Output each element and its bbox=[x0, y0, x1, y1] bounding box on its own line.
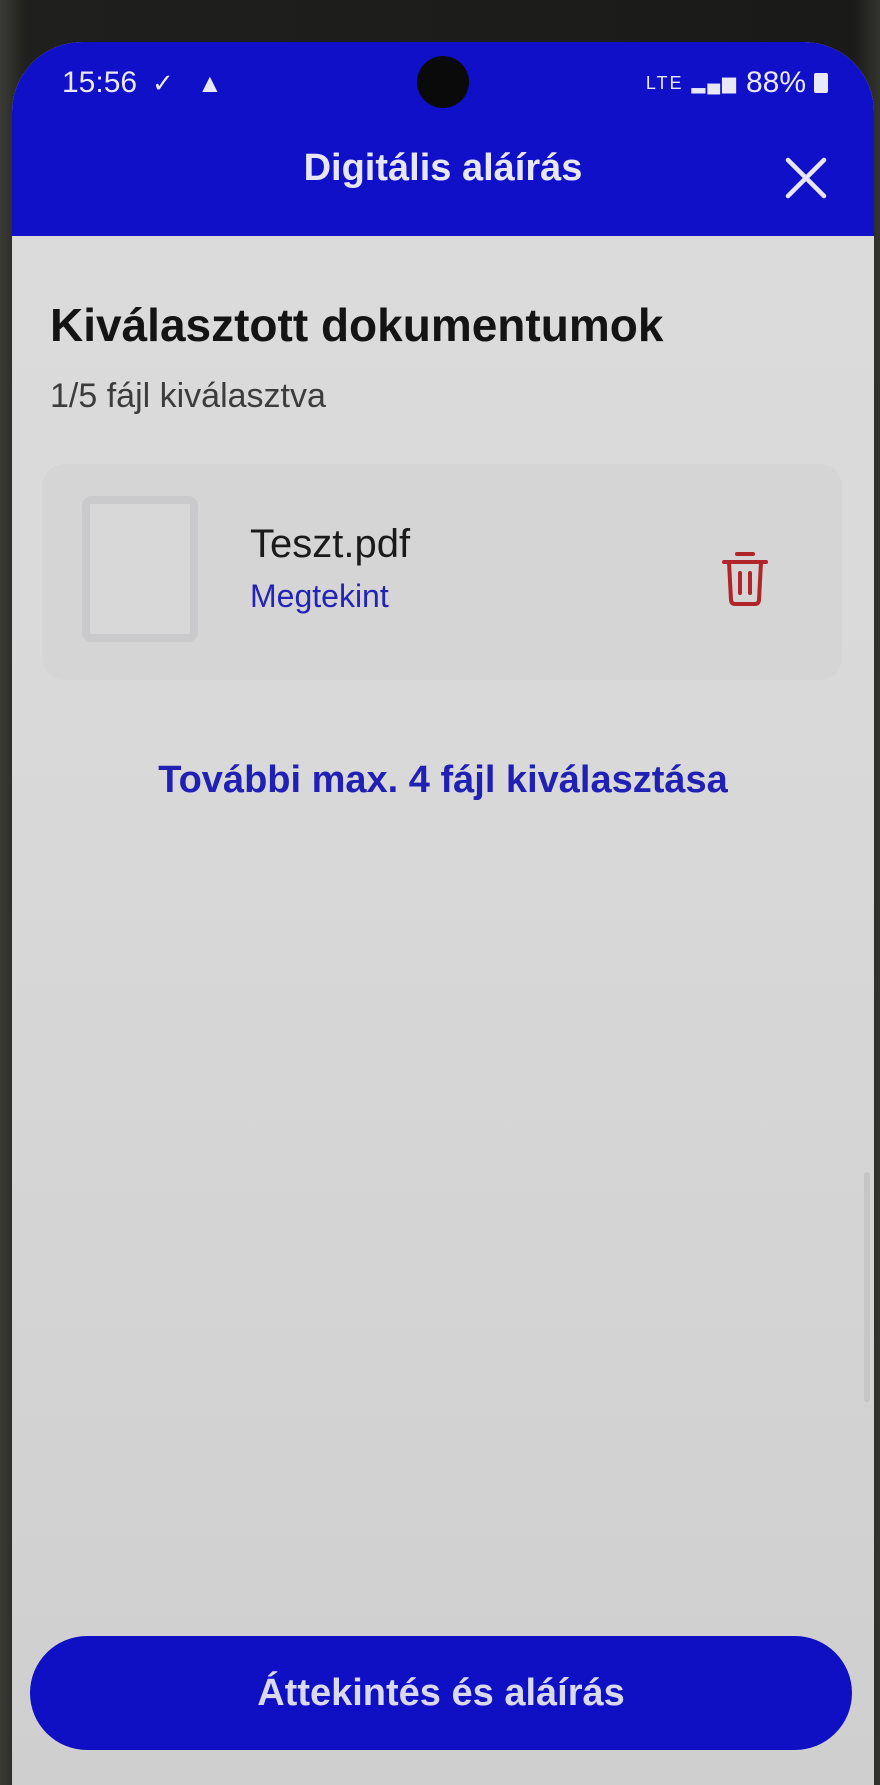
app-bar: 15:56 ✓ ▲ LTE ▂▄▆ 88% Digitális aláírás bbox=[12, 42, 874, 236]
select-more-files-link[interactable]: További max. 4 fájl kiválasztása bbox=[12, 759, 874, 802]
screen: 15:56 ✓ ▲ LTE ▂▄▆ 88% Digitális aláírás … bbox=[12, 42, 874, 1785]
view-file-link[interactable]: Megtekint bbox=[250, 578, 389, 615]
page-title: Digitális aláírás bbox=[303, 147, 583, 189]
close-button[interactable] bbox=[780, 152, 832, 204]
battery-icon bbox=[814, 73, 828, 93]
close-icon bbox=[785, 157, 827, 199]
delete-file-button[interactable] bbox=[718, 548, 772, 608]
status-notification-icons: ✓ ▲ bbox=[152, 68, 231, 98]
section-title: Kiválasztott dokumentumok bbox=[50, 299, 664, 351]
battery-percent: 88% bbox=[745, 66, 806, 99]
signal-icon: ▂▄▆ bbox=[691, 72, 738, 93]
status-right: LTE ▂▄▆ 88% bbox=[646, 66, 828, 100]
file-card: Teszt.pdf Megtekint bbox=[42, 464, 842, 680]
status-time: 15:56 bbox=[62, 66, 138, 99]
selection-count: 1/5 fájl kiválasztva bbox=[50, 377, 326, 415]
phone-frame: 15:56 ✓ ▲ LTE ▂▄▆ 88% Digitális aláírás … bbox=[0, 0, 880, 1785]
network-icon: LTE bbox=[645, 72, 684, 93]
review-and-sign-button[interactable]: Áttekintés és aláírás bbox=[30, 1636, 852, 1750]
document-thumbnail-icon bbox=[82, 496, 198, 642]
file-name: Teszt.pdf bbox=[250, 522, 411, 566]
trash-icon bbox=[722, 552, 768, 606]
scrollbar[interactable] bbox=[864, 1172, 870, 1402]
camera-cutout bbox=[417, 56, 469, 108]
